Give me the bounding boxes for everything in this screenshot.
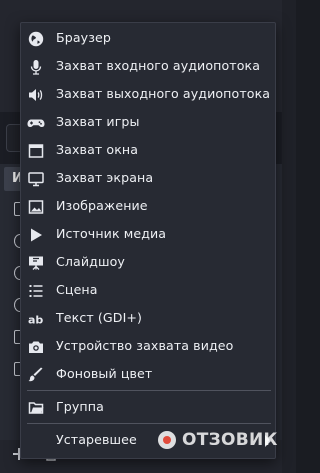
watermark-text: ОТЗОВИК <box>182 430 278 450</box>
otzovik-logo-icon <box>158 431 176 449</box>
svg-text:ab: ab <box>28 314 43 327</box>
menu-item-window-capture[interactable]: Захват окна <box>21 137 275 164</box>
menu-item-label: Текст (GDI+) <box>56 310 143 325</box>
menu-item-image[interactable]: Изображение <box>21 193 275 220</box>
menu-separator <box>27 390 271 391</box>
add-source-context-menu: Браузер Захват входного аудиопотока Захв… <box>20 22 276 459</box>
image-icon <box>27 198 45 216</box>
menu-item-label: Захват окна <box>56 142 139 157</box>
menu-item-label: Захват входного аудиопотока <box>56 58 261 73</box>
camera-icon <box>27 338 45 356</box>
menu-item-display-capture[interactable]: Захват экрана <box>21 165 275 192</box>
menu-item-label: Источник медиа <box>56 226 167 241</box>
slideshow-icon <box>27 254 45 272</box>
dock-edge <box>282 0 296 473</box>
obs-window: И Браузер Захват входного аудиопотока За… <box>0 0 296 473</box>
menu-item-label: Браузер <box>56 30 111 45</box>
text-icon: ab <box>27 310 45 328</box>
menu-item-label: Изображение <box>56 198 148 213</box>
menu-item-group[interactable]: Группа <box>21 394 275 421</box>
menu-item-scene[interactable]: Сцена <box>21 277 275 304</box>
menu-item-label: Сцена <box>56 282 98 297</box>
globe-icon <box>27 30 45 48</box>
menu-item-label: Группа <box>56 399 104 414</box>
menu-item-browser[interactable]: Браузер <box>21 25 275 52</box>
gamepad-icon <box>27 114 45 132</box>
menu-item-audio-output-capture[interactable]: Захват выходного аудиопотока <box>21 81 275 108</box>
folder-icon <box>27 399 45 417</box>
menu-item-color-source[interactable]: Фоновый цвет <box>21 361 275 388</box>
menu-item-video-capture-device[interactable]: Устройство захвата видео <box>21 333 275 360</box>
menu-item-label: Захват игры <box>56 114 140 129</box>
menu-item-media-source[interactable]: Источник медиа <box>21 221 275 248</box>
menu-item-text-gdi[interactable]: ab Текст (GDI+) <box>21 305 275 332</box>
window-icon <box>27 142 45 160</box>
play-icon <box>27 226 45 244</box>
brush-icon <box>27 366 45 384</box>
menu-item-label: Фоновый цвет <box>56 366 153 381</box>
list-icon <box>27 282 45 300</box>
menu-item-slideshow[interactable]: Слайдшоу <box>21 249 275 276</box>
monitor-icon <box>27 170 45 188</box>
menu-item-label: Устройство захвата видео <box>56 338 234 353</box>
speaker-icon <box>27 86 45 104</box>
microphone-icon <box>27 58 45 76</box>
menu-item-audio-input-capture[interactable]: Захват входного аудиопотока <box>21 53 275 80</box>
menu-item-label: Захват выходного аудиопотока <box>56 86 271 101</box>
menu-separator <box>27 423 271 424</box>
otzovik-watermark: ОТЗОВИК <box>158 430 278 450</box>
menu-item-label: Устаревшее <box>56 432 137 447</box>
menu-item-game-capture[interactable]: Захват игры <box>21 109 275 136</box>
menu-item-label: Захват экрана <box>56 170 154 185</box>
menu-item-label: Слайдшоу <box>56 254 125 269</box>
